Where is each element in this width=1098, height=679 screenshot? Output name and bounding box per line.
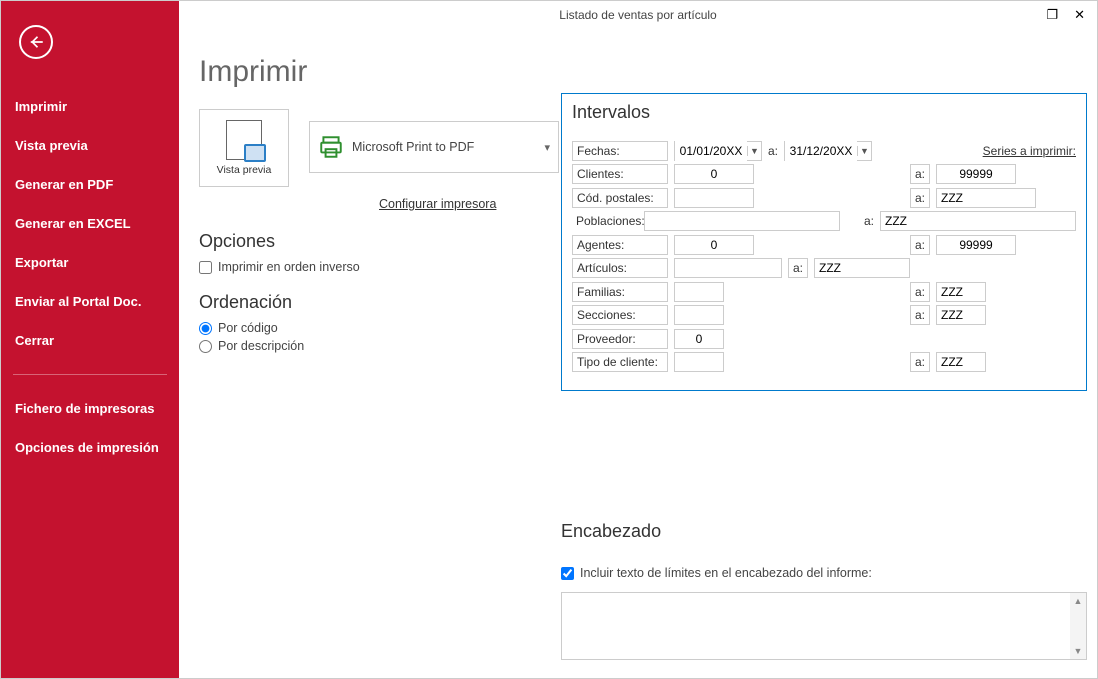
agentes-hasta-input[interactable] <box>936 235 1016 255</box>
document-preview-icon <box>226 120 262 160</box>
scrollbar[interactable]: ▲ ▼ <box>1070 593 1086 659</box>
sidebar-item-cerrar[interactable]: Cerrar <box>1 321 179 360</box>
printer-select[interactable]: Microsoft Print to PDF ▾ <box>309 121 559 173</box>
intervalos-panel: Intervalos Fechas: ▼ a: ▼ Series a impri… <box>561 93 1087 391</box>
window-title: Listado de ventas por artículo <box>179 1 1097 29</box>
scroll-up-icon[interactable]: ▲ <box>1074 593 1083 609</box>
orden-descripcion-label: Por descripción <box>218 339 304 353</box>
a-label-box: a: <box>910 305 930 325</box>
articulos-label: Artículos: <box>572 258 668 278</box>
sidebar-item-pdf[interactable]: Generar en PDF <box>1 165 179 204</box>
a-label: a: <box>864 214 874 228</box>
vista-previa-button[interactable]: Vista previa <box>199 109 289 187</box>
a-label-box: a: <box>910 352 930 372</box>
configurar-impresora-link[interactable]: Configurar impresora <box>379 197 496 211</box>
codpost-hasta-input[interactable] <box>936 188 1036 208</box>
fecha-desde-field[interactable]: ▼ <box>674 141 762 161</box>
clientes-hasta-input[interactable] <box>936 164 1016 184</box>
incluir-limites-label: Incluir texto de límites en el encabezad… <box>580 566 872 580</box>
clientes-desde-input[interactable] <box>674 164 754 184</box>
sidebar-item-imprimir[interactable]: Imprimir <box>1 87 179 126</box>
series-imprimir-link[interactable]: Series a imprimir: <box>983 144 1076 158</box>
sidebar-item-exportar[interactable]: Exportar <box>1 243 179 282</box>
fecha-desde-input[interactable] <box>675 141 747 161</box>
arrow-left-icon <box>27 33 45 51</box>
page-title: Imprimir <box>199 55 1087 89</box>
familias-label: Familias: <box>572 282 668 302</box>
a-label-box: a: <box>910 188 930 208</box>
sidebar-item-portal[interactable]: Enviar al Portal Doc. <box>1 282 179 321</box>
sidebar-item-excel[interactable]: Generar en EXCEL <box>1 204 179 243</box>
agentes-label: Agentes: <box>572 235 668 255</box>
window-title-text: Listado de ventas por artículo <box>559 8 716 22</box>
close-icon[interactable]: ✕ <box>1074 7 1085 23</box>
tipocliente-desde-input[interactable] <box>674 352 724 372</box>
intervalos-heading: Intervalos <box>572 102 1076 123</box>
fechas-label: Fechas: <box>572 141 668 161</box>
a-label-box: a: <box>910 164 930 184</box>
maximize-icon[interactable]: ❐ <box>1046 7 1058 23</box>
articulos-hasta-input[interactable] <box>814 258 910 278</box>
orden-codigo-radio[interactable] <box>199 322 212 335</box>
proveedor-desde-input[interactable] <box>674 329 724 349</box>
codpost-desde-input[interactable] <box>674 188 754 208</box>
incluir-limites-check[interactable]: Incluir texto de límites en el encabezad… <box>561 566 1087 580</box>
fecha-hasta-dropdown-icon[interactable]: ▼ <box>857 146 871 156</box>
articulos-desde-input[interactable] <box>674 258 782 278</box>
sidebar-item-opciones-impresion[interactable]: Opciones de impresión <box>1 428 179 467</box>
encabezado-panel: Encabezado Incluir texto de límites en e… <box>561 503 1087 660</box>
chevron-down-icon: ▾ <box>544 141 550 154</box>
fecha-hasta-field[interactable]: ▼ <box>784 141 872 161</box>
printer-icon <box>318 134 344 160</box>
sidebar: Imprimir Vista previa Generar en PDF Gen… <box>1 1 179 678</box>
a-label: a: <box>768 144 778 158</box>
incluir-limites-checkbox[interactable] <box>561 567 574 580</box>
codpost-label: Cód. postales: <box>572 188 668 208</box>
sidebar-separator <box>13 374 167 375</box>
orden-descripcion-radio[interactable] <box>199 340 212 353</box>
window-controls: ❐ ✕ <box>1034 1 1097 29</box>
secciones-hasta-input[interactable] <box>936 305 986 325</box>
familias-desde-input[interactable] <box>674 282 724 302</box>
agentes-desde-input[interactable] <box>674 235 754 255</box>
a-label-box: a: <box>910 282 930 302</box>
encabezado-textarea[interactable]: ▲ ▼ <box>561 592 1087 660</box>
secciones-desde-input[interactable] <box>674 305 724 325</box>
vista-previa-label: Vista previa <box>217 164 272 176</box>
poblaciones-hasta-input[interactable] <box>880 211 1076 231</box>
sidebar-item-vista-previa[interactable]: Vista previa <box>1 126 179 165</box>
tipocliente-label: Tipo de cliente: <box>572 352 668 372</box>
a-label-box: a: <box>788 258 808 278</box>
encabezado-heading: Encabezado <box>561 521 1087 542</box>
reverse-order-checkbox[interactable] <box>199 261 212 274</box>
fecha-desde-dropdown-icon[interactable]: ▼ <box>747 146 761 156</box>
orden-codigo-label: Por código <box>218 321 278 335</box>
poblaciones-desde-input[interactable] <box>644 211 840 231</box>
familias-hasta-input[interactable] <box>936 282 986 302</box>
tipocliente-hasta-input[interactable] <box>936 352 986 372</box>
sidebar-item-fichero-impresoras[interactable]: Fichero de impresoras <box>1 389 179 428</box>
a-label-box: a: <box>910 235 930 255</box>
reverse-order-label: Imprimir en orden inverso <box>218 260 360 274</box>
secciones-label: Secciones: <box>572 305 668 325</box>
scroll-down-icon[interactable]: ▼ <box>1074 643 1083 659</box>
printer-name: Microsoft Print to PDF <box>352 140 536 154</box>
poblaciones-label: Poblaciones: <box>572 212 644 230</box>
proveedor-label: Proveedor: <box>572 329 668 349</box>
back-button[interactable] <box>19 25 53 59</box>
fecha-hasta-input[interactable] <box>785 141 857 161</box>
clientes-label: Clientes: <box>572 164 668 184</box>
